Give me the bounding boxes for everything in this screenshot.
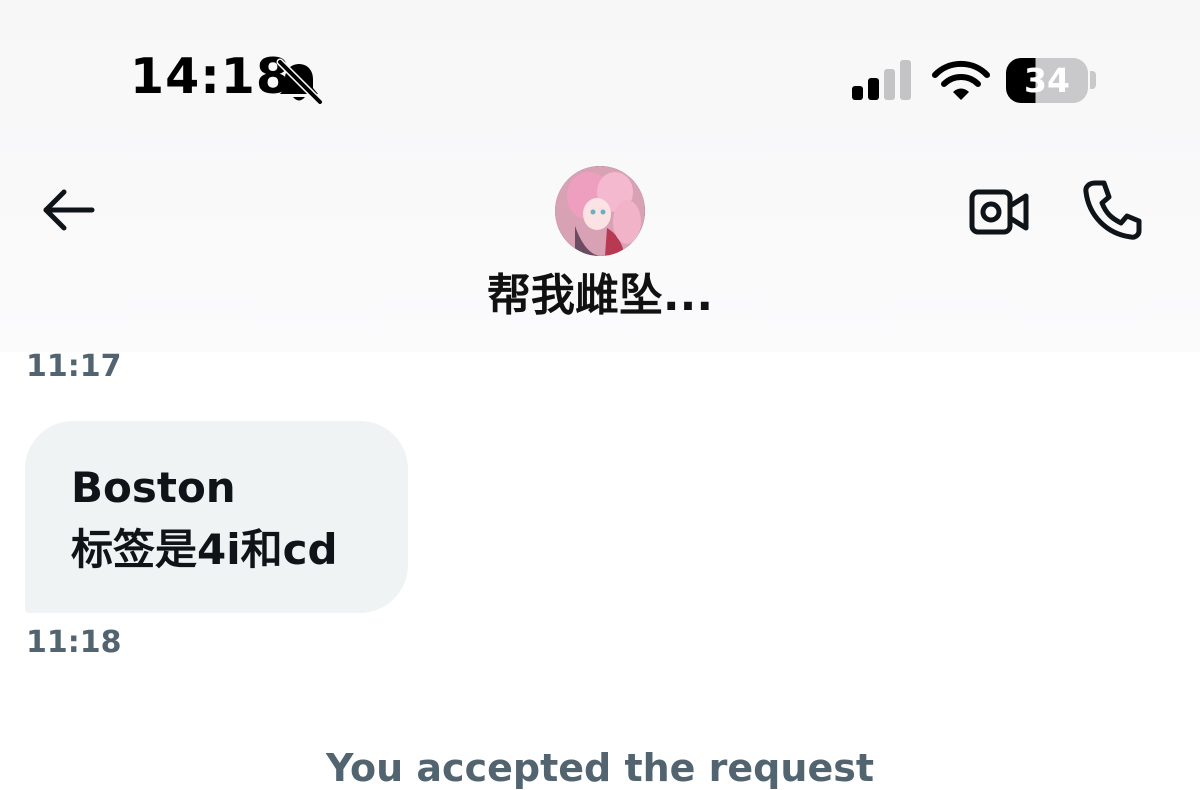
bell-slash-icon bbox=[276, 58, 324, 106]
phone-call-icon[interactable] bbox=[1080, 178, 1142, 242]
back-arrow-icon[interactable] bbox=[38, 186, 98, 234]
cellular-signal-icon bbox=[852, 60, 911, 100]
message-bubble[interactable]: Boston 标签是4i和cd bbox=[25, 421, 408, 613]
contact-name[interactable]: 帮我雌坠... bbox=[0, 271, 1200, 320]
battery-icon: 34 bbox=[1006, 58, 1088, 103]
message-timestamp: 11:18 bbox=[26, 625, 122, 660]
wifi-icon bbox=[932, 60, 990, 100]
message-text-line: 标签是4i和cd bbox=[71, 525, 338, 574]
video-call-icon[interactable] bbox=[968, 186, 1030, 238]
battery-cap bbox=[1090, 71, 1096, 89]
avatar[interactable] bbox=[555, 166, 645, 256]
battery-level: 34 bbox=[1024, 61, 1070, 100]
status-time: 14:18 bbox=[130, 48, 291, 105]
message-text-line: Boston bbox=[71, 463, 236, 512]
message-timestamp: 11:17 bbox=[26, 349, 122, 384]
